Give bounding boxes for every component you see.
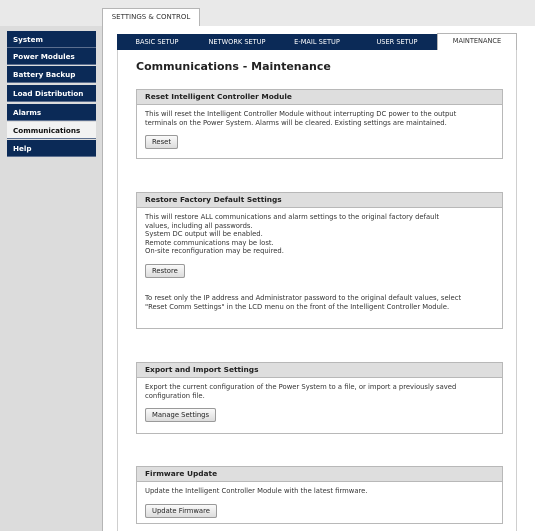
- tab-user-setup[interactable]: USER SETUP: [357, 34, 437, 50]
- reset-button[interactable]: Reset: [145, 135, 178, 150]
- sidebar-item-help[interactable]: Help: [7, 140, 96, 157]
- section-text: System DC output will be enabled.: [145, 230, 263, 239]
- top-tab-bar: SETTINGS & CONTROL: [0, 0, 535, 26]
- section-note: To reset only the IP address and Adminis…: [145, 293, 462, 302]
- section-note: "Reset Comm Settings" in the LCD menu on…: [145, 302, 450, 311]
- section-text: On-site reconfiguration may be required.: [145, 247, 284, 256]
- update-firmware-button[interactable]: Update Firmware: [145, 503, 217, 518]
- tab-basic-setup[interactable]: BASIC SETUP: [117, 34, 197, 50]
- sidebar: System Power Modules Battery Backup Load…: [0, 26, 103, 531]
- section-text: values, including all passwords.: [145, 221, 253, 230]
- sub-tab-bar: BASIC SETUP NETWORK SETUP E-MAIL SETUP U…: [117, 33, 517, 50]
- manage-settings-button[interactable]: Manage Settings: [145, 408, 217, 423]
- section-text: Update the Intelligent Controller Module…: [145, 487, 368, 495]
- sidebar-item-communications[interactable]: Communications: [7, 122, 96, 139]
- section-text: Export the current configuration of the …: [145, 383, 457, 391]
- sidebar-item-system[interactable]: System: [7, 31, 96, 48]
- tab-maintenance[interactable]: MAINTENANCE: [437, 33, 517, 50]
- section-title: Firmware Update: [137, 467, 502, 482]
- reset-section: Reset Intelligent Controller Module This…: [136, 89, 503, 159]
- section-text: configuration file.: [145, 391, 205, 400]
- section-text: Remote communications may be lost.: [145, 238, 274, 247]
- tab-network-setup[interactable]: NETWORK SETUP: [197, 34, 277, 50]
- section-text: This will reset the Intelligent Controll…: [145, 110, 457, 118]
- section-title: Restore Factory Default Settings: [137, 193, 502, 208]
- section-text: This will restore ALL communications and…: [145, 213, 440, 221]
- export-import-section: Export and Import Settings Export the cu…: [136, 362, 503, 434]
- sidebar-item-load-distribution[interactable]: Load Distribution: [7, 85, 96, 102]
- section-title: Export and Import Settings: [137, 363, 502, 378]
- main-panel: BASIC SETUP NETWORK SETUP E-MAIL SETUP U…: [103, 26, 535, 531]
- firmware-update-section: Firmware Update Update the Intelligent C…: [136, 466, 503, 524]
- restore-section: Restore Factory Default Settings This wi…: [136, 192, 503, 329]
- page-title: Communications - Maintenance: [136, 60, 331, 73]
- sidebar-item-alarms[interactable]: Alarms: [7, 104, 96, 121]
- sidebar-item-power-modules[interactable]: Power Modules: [7, 48, 96, 65]
- section-title: Reset Intelligent Controller Module: [137, 90, 502, 105]
- restore-button[interactable]: Restore: [145, 263, 185, 278]
- sidebar-item-battery-backup[interactable]: Battery Backup: [7, 66, 96, 83]
- tab-email-setup[interactable]: E-MAIL SETUP: [277, 34, 357, 50]
- tab-settings-control[interactable]: SETTINGS & CONTROL: [102, 8, 200, 26]
- section-text: terminals on the Power System. Alarms wi…: [145, 118, 447, 127]
